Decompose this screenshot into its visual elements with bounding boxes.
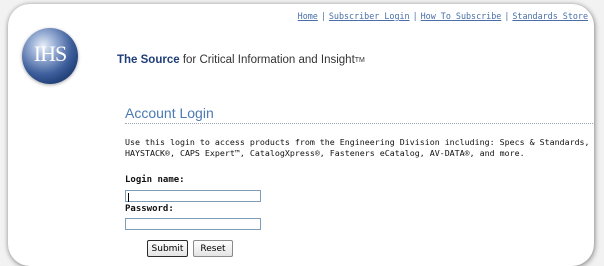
- ihs-logo: IHS: [22, 28, 78, 84]
- content-card: Home | Subscriber Login | How To Subscribe | S…: [8, 4, 595, 266]
- nav-link-home[interactable]: Home: [298, 11, 318, 21]
- login-name-input[interactable]: [125, 190, 261, 202]
- nav-separator: |: [504, 11, 510, 21]
- trademark-symbol: TM: [354, 57, 365, 64]
- tagline-text: for Critical Information and Insight: [179, 54, 355, 66]
- nav-link-how-to-subscribe[interactable]: How To Subscribe: [421, 11, 502, 21]
- tagline-brand: The Source: [117, 54, 180, 66]
- logo-text: IHS: [33, 41, 67, 66]
- title-divider: [125, 123, 595, 124]
- login-name-label: Login name:: [125, 175, 185, 185]
- password-input[interactable]: [125, 218, 261, 230]
- tagline: The Source for Critical Information and …: [117, 54, 365, 66]
- nav-link-standards-store[interactable]: Standards Store: [512, 11, 588, 21]
- intro-line-2: HAYSTACK®, CAPS Expert™, CatalogXpress®,…: [125, 147, 525, 158]
- text-caret: [128, 193, 129, 202]
- reset-button[interactable]: Reset: [193, 240, 233, 257]
- nav-separator: |: [320, 11, 326, 21]
- nav-separator: |: [412, 11, 418, 21]
- password-label: Password:: [125, 204, 174, 214]
- intro-text: Use this login to access products from t…: [125, 137, 595, 158]
- submit-button[interactable]: Submit: [147, 240, 188, 257]
- page-title: Account Login: [125, 105, 214, 121]
- nav-link-subscriber-login[interactable]: Subscriber Login: [329, 11, 410, 21]
- intro-line-1: Use this login to access products from t…: [125, 137, 590, 147]
- top-navigation: Home | Subscriber Login | How To Subscribe | S…: [298, 11, 588, 21]
